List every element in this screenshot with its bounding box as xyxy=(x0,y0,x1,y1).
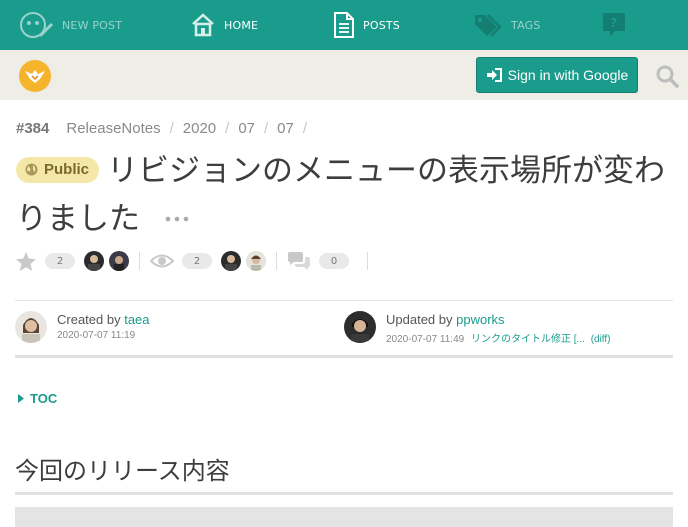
watchers-count[interactable]: 2 xyxy=(182,253,212,269)
nav-posts-label: POSTS xyxy=(363,18,400,32)
post-number: #384 xyxy=(16,120,50,137)
star-group: 2 xyxy=(15,249,129,273)
breadcrumb-separator: / xyxy=(225,120,230,137)
creator-link[interactable]: taea xyxy=(124,312,149,327)
question-bubble-icon: ? xyxy=(602,12,626,38)
breadcrumb: #384 ReleaseNotes / 2020 / 07 / 07 / xyxy=(16,120,316,137)
divider xyxy=(367,252,368,270)
avatar[interactable] xyxy=(84,251,104,271)
created-by-prefix: Created by xyxy=(57,312,121,327)
visibility-label: Public xyxy=(44,161,90,178)
app-logo[interactable] xyxy=(19,60,51,92)
updater-avatar[interactable] xyxy=(344,311,376,343)
post-stats: 2 2 0 xyxy=(15,249,378,273)
updated-date: 2020-07-07 11:49 xyxy=(386,334,465,345)
bird-logo-icon xyxy=(25,70,45,83)
post-title-block: Public リビジョンのメニューの表示場所が変わりました xyxy=(16,150,676,241)
comments-icon[interactable] xyxy=(287,251,311,271)
nav-help[interactable]: ? xyxy=(602,0,626,50)
more-options-button[interactable] xyxy=(164,193,190,222)
divider xyxy=(15,492,673,495)
star-icon[interactable] xyxy=(15,251,37,272)
content-block xyxy=(15,507,673,527)
search-button[interactable] xyxy=(655,64,679,88)
toc-toggle[interactable]: TOC xyxy=(18,391,57,406)
globe-icon xyxy=(25,163,38,176)
divider xyxy=(15,355,673,358)
top-nav: NEW POST HOME POSTS TAGS ? xyxy=(0,0,688,50)
updated-by-line: Updated by ppworks xyxy=(386,312,611,327)
sign-in-icon xyxy=(486,68,502,82)
updated-meta: 2020-07-07 11:49 リンクのタイトル修正 [... (diff) xyxy=(386,330,611,345)
eye-icon[interactable] xyxy=(150,253,174,269)
ellipsis-icon xyxy=(165,216,189,222)
nav-tags-label: TAGS xyxy=(511,18,541,32)
visibility-badge: Public xyxy=(16,156,100,183)
caret-right-icon xyxy=(18,394,24,403)
sign-in-label: Sign in with Google xyxy=(507,67,629,83)
nav-home-label: HOME xyxy=(224,18,259,32)
diff-link[interactable]: (diff) xyxy=(591,334,611,345)
home-icon xyxy=(190,13,216,37)
stars-count[interactable]: 2 xyxy=(45,253,75,269)
section-heading: 今回のリリース内容 xyxy=(15,457,230,485)
breadcrumb-month[interactable]: 07 xyxy=(238,120,255,137)
divider xyxy=(139,252,140,270)
nav-posts[interactable]: POSTS xyxy=(333,0,400,50)
created-by-line: Created by taea xyxy=(57,312,150,327)
nav-new-post-label: NEW POST xyxy=(62,18,123,32)
created-by: Created by taea 2020-07-07 11:19 xyxy=(15,311,150,343)
avatar[interactable] xyxy=(221,251,241,271)
nav-home[interactable]: HOME xyxy=(190,0,258,50)
avatar[interactable] xyxy=(246,251,266,271)
breadcrumb-category[interactable]: ReleaseNotes xyxy=(66,120,160,137)
avatar[interactable] xyxy=(109,251,129,271)
created-date: 2020-07-07 11:19 xyxy=(57,330,136,341)
updated-by-prefix: Updated by xyxy=(386,312,453,327)
breadcrumb-separator: / xyxy=(169,120,174,137)
divider xyxy=(276,252,277,270)
divider xyxy=(15,300,673,301)
breadcrumb-separator: / xyxy=(302,120,308,137)
updater-link[interactable]: ppworks xyxy=(456,312,504,327)
toc-label: TOC xyxy=(30,391,58,406)
sign-in-google-button[interactable]: Sign in with Google xyxy=(476,57,638,93)
sub-header: Sign in with Google xyxy=(0,50,688,100)
svg-text:?: ? xyxy=(610,16,617,30)
post-title: リビジョンのメニューの表示場所が変わりました xyxy=(16,153,666,237)
tags-icon xyxy=(473,13,503,37)
search-icon xyxy=(656,65,679,88)
updated-by: Updated by ppworks 2020-07-07 11:49 リンクの… xyxy=(344,311,611,345)
revision-message-link[interactable]: リンクのタイトル修正 [... xyxy=(471,334,585,345)
comment-group: 0 xyxy=(287,249,349,273)
breadcrumb-year[interactable]: 2020 xyxy=(183,120,216,137)
watch-group: 2 xyxy=(150,249,266,273)
new-post-icon xyxy=(18,10,54,40)
comments-count[interactable]: 0 xyxy=(319,253,349,269)
creator-avatar[interactable] xyxy=(15,311,47,343)
document-icon xyxy=(333,12,355,38)
breadcrumb-day[interactable]: 07 xyxy=(277,120,294,137)
breadcrumb-separator: / xyxy=(264,120,269,137)
nav-tags[interactable]: TAGS xyxy=(473,0,541,50)
nav-new-post[interactable]: NEW POST xyxy=(18,0,122,50)
